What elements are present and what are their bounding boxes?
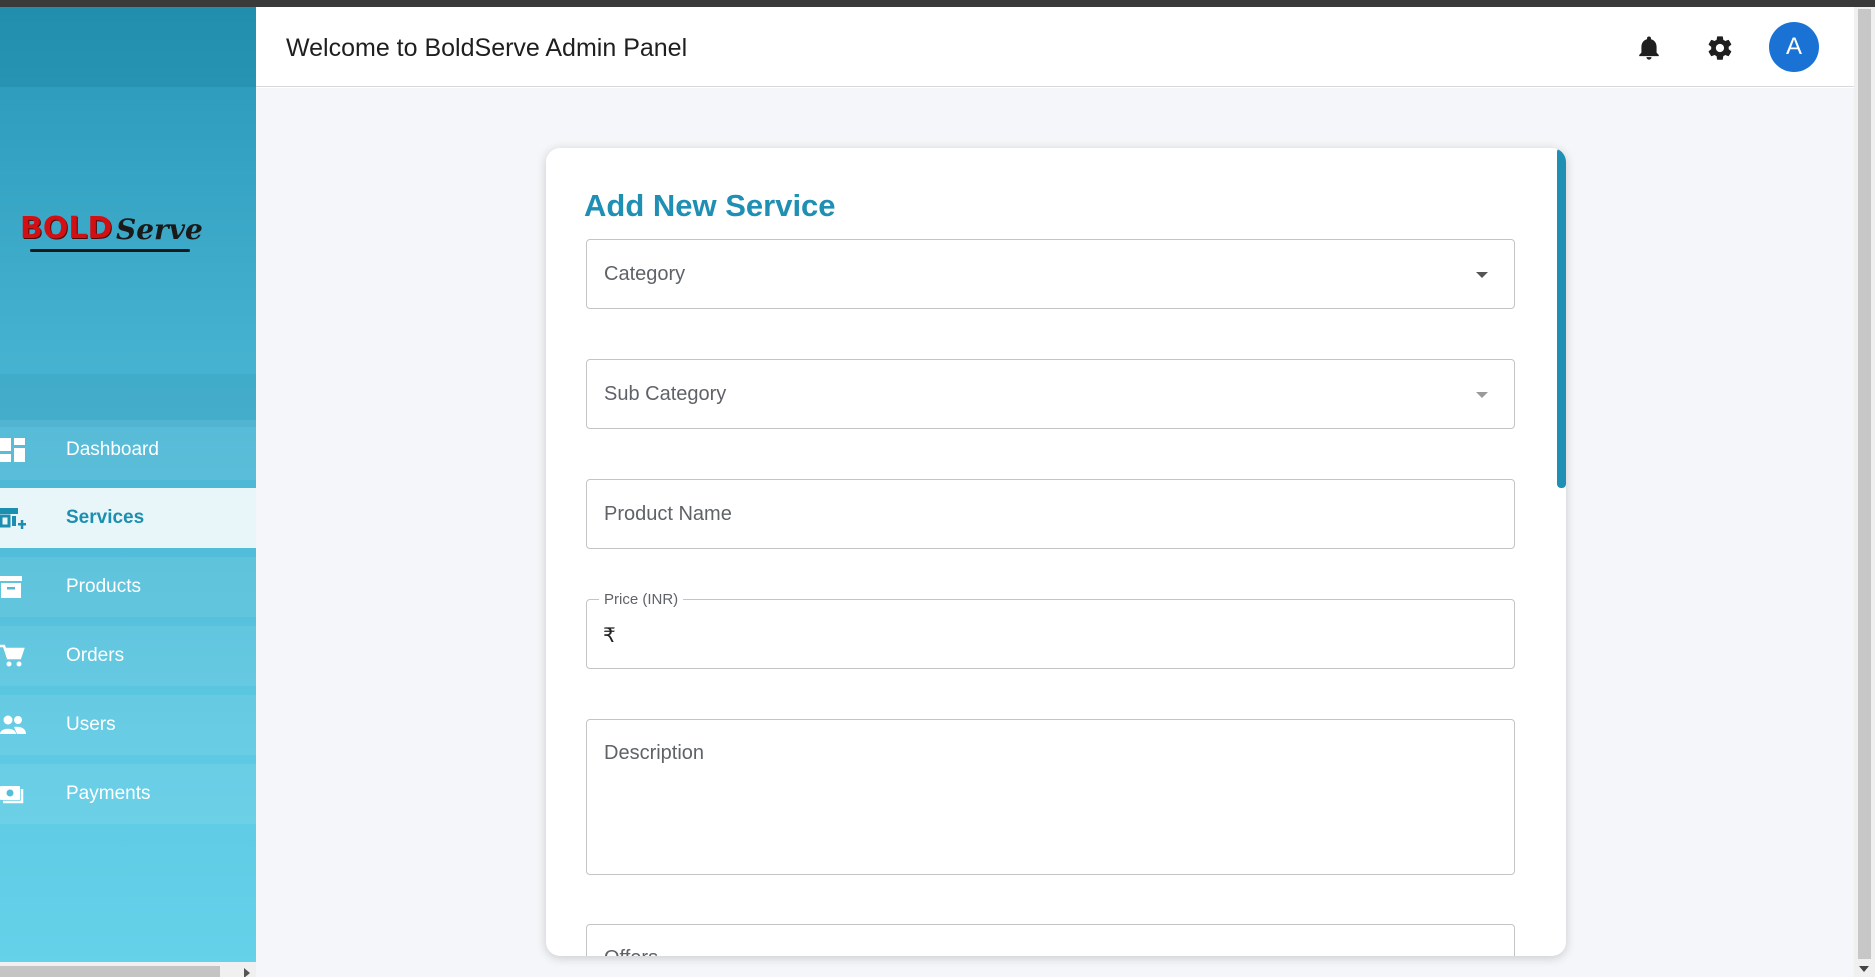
offers-input[interactable]: Offers	[586, 924, 1515, 956]
logo-bold-text: BOLD	[20, 211, 113, 246]
category-placeholder: Category	[604, 263, 686, 285]
price-input[interactable]: Price (INR) ₹	[586, 591, 1515, 669]
dashboard-icon	[0, 438, 25, 462]
sidebar-item-services[interactable]: Services	[0, 488, 256, 548]
scroll-down-arrow-icon[interactable]	[1859, 966, 1869, 972]
sidebar-item-label: Users	[66, 714, 116, 735]
archive-box-icon	[0, 576, 22, 598]
subcategory-select[interactable]: Sub Category	[586, 359, 1515, 429]
chevron-down-icon	[1476, 272, 1488, 278]
logo-underline	[30, 249, 190, 252]
sidebar-item-label: Products	[66, 576, 141, 597]
money-icon	[0, 786, 24, 804]
sidebar-item-label: Orders	[66, 645, 125, 666]
main-content: Add New Service Category Sub Category Pr…	[256, 88, 1854, 977]
logo-serve-text: Serve	[116, 213, 203, 246]
page-title: Welcome to BoldServe Admin Panel	[286, 34, 688, 62]
sidebar: BOLD Serve Dashboard Services Products O…	[0, 7, 256, 977]
users-icon	[0, 715, 26, 734]
card-scrollbar[interactable]	[1557, 148, 1566, 488]
chevron-down-icon	[1476, 392, 1488, 398]
add-service-form-card: Add New Service Category Sub Category Pr…	[546, 148, 1566, 956]
sidebar-logo-area: BOLD Serve	[0, 87, 256, 374]
product-name-input[interactable]: Product Name	[586, 479, 1515, 549]
avatar[interactable]: A	[1769, 22, 1819, 72]
rupee-prefix: ₹	[603, 625, 616, 647]
description-textarea[interactable]: Description	[586, 719, 1515, 875]
scrollbar-thumb[interactable]	[0, 966, 220, 977]
bell-icon[interactable]	[1635, 34, 1663, 62]
sidebar-item-orders[interactable]: Orders	[0, 626, 256, 686]
sidebar-horizontal-scrollbar[interactable]	[0, 962, 256, 977]
sidebar-item-dashboard[interactable]: Dashboard	[0, 420, 256, 480]
sidebar-item-payments[interactable]: Payments	[0, 764, 256, 824]
sidebar-header-band	[0, 7, 256, 87]
top-header: Welcome to BoldServe Admin Panel A	[256, 7, 1854, 87]
gear-icon[interactable]	[1706, 34, 1734, 62]
description-placeholder: Description	[604, 742, 705, 764]
sidebar-item-label: Dashboard	[66, 439, 159, 460]
product-name-placeholder: Product Name	[604, 503, 732, 525]
scrollbar-thumb[interactable]	[1858, 9, 1871, 959]
category-select[interactable]: Category	[586, 239, 1515, 309]
offers-placeholder: Offers	[604, 947, 658, 956]
sidebar-item-products[interactable]: Products	[0, 557, 256, 617]
page-vertical-scrollbar[interactable]	[1854, 7, 1875, 977]
scroll-right-arrow-icon[interactable]	[244, 968, 250, 977]
sidebar-item-users[interactable]: Users	[0, 695, 256, 755]
cart-icon	[0, 644, 25, 667]
sidebar-item-label: Payments	[66, 783, 151, 804]
form-title: Add New Service	[584, 188, 836, 223]
boldserve-logo: BOLD Serve	[20, 209, 203, 257]
subcategory-placeholder: Sub Category	[604, 383, 727, 405]
window-top-strip	[0, 0, 1875, 7]
price-label: Price (INR)	[599, 591, 684, 608]
storefront-add-icon	[0, 508, 26, 529]
sidebar-item-label: Services	[66, 507, 145, 528]
